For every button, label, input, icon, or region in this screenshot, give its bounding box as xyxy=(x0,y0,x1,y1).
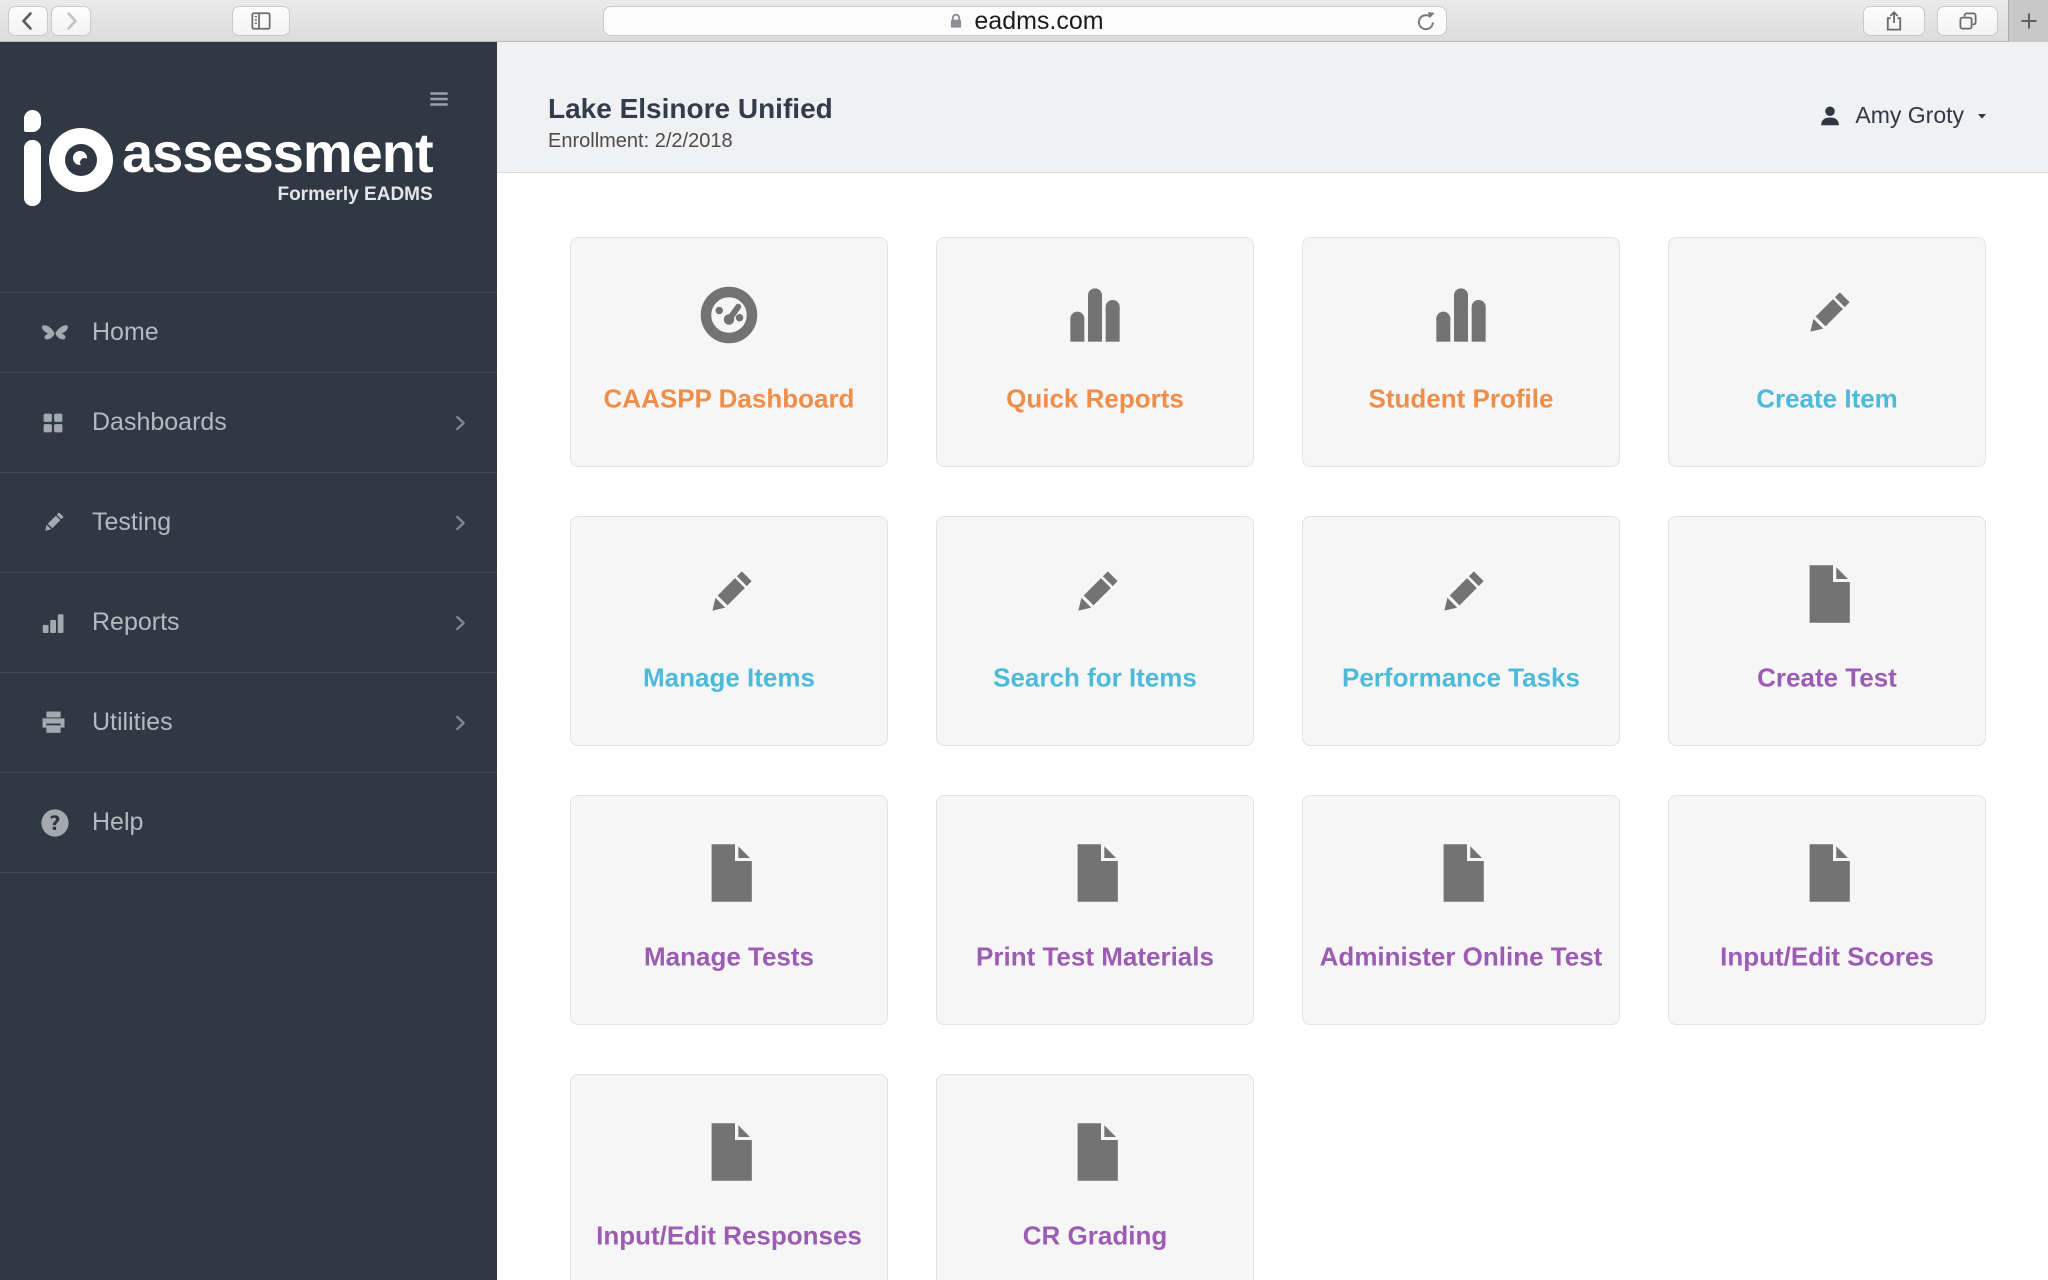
card-input-edit-scores[interactable]: Input/Edit Scores xyxy=(1668,795,1986,1025)
browser-tab-overview-button[interactable] xyxy=(1937,6,1998,36)
person-icon xyxy=(1817,103,1843,129)
sidebar-item-utilities[interactable]: Utilities xyxy=(0,673,497,773)
browser-toolbar: eadms.com xyxy=(0,0,2048,42)
card-student-profile[interactable]: Student Profile xyxy=(1302,237,1620,467)
card-label: Input/Edit Scores xyxy=(1720,941,1934,972)
sidebar-item-testing[interactable]: Testing xyxy=(0,473,497,573)
card-label: CR Grading xyxy=(1022,1220,1168,1251)
gauge-icon xyxy=(699,285,759,345)
card-label: Student Profile xyxy=(1368,383,1554,414)
card-manage-items[interactable]: Manage Items xyxy=(570,516,888,746)
file-icon xyxy=(1059,837,1131,909)
sidebar-item-label: Utilities xyxy=(92,708,173,736)
refresh-icon[interactable] xyxy=(1414,10,1438,34)
chevron-right-icon xyxy=(449,412,471,434)
card-manage-tests[interactable]: Manage Tests xyxy=(570,795,888,1025)
address-bar[interactable]: eadms.com xyxy=(603,6,1447,36)
forward-arrow-icon xyxy=(59,9,83,33)
tabs-icon xyxy=(1956,9,1980,33)
card-create-item[interactable]: Create Item xyxy=(1668,237,1986,467)
bar-chart-icon xyxy=(38,608,82,638)
card-cr-grading[interactable]: CR Grading xyxy=(936,1074,1254,1280)
card-label: Input/Edit Responses xyxy=(596,1220,862,1251)
caret-down-icon xyxy=(1974,108,1990,124)
back-arrow-icon xyxy=(16,9,40,33)
question-icon xyxy=(38,806,82,840)
card-label: Create Item xyxy=(1756,383,1898,414)
butterfly-icon xyxy=(38,316,82,350)
url-text: eadms.com xyxy=(974,6,1104,35)
sidebar-item-label: Dashboards xyxy=(92,408,227,436)
bar-chart-icon xyxy=(1421,275,1501,355)
pencil-icon xyxy=(1795,283,1859,347)
sidebar-item-reports[interactable]: Reports xyxy=(0,573,497,673)
brand-name: assessment xyxy=(122,121,434,184)
card-label: Manage Items xyxy=(643,662,815,693)
card-print-test-materials[interactable]: Print Test Materials xyxy=(936,795,1254,1025)
app-frame: assessment Formerly EADMS Home Dashboard… xyxy=(0,42,2048,1280)
grid-icon xyxy=(38,408,82,438)
card-label: Performance Tasks xyxy=(1342,662,1580,693)
browser-share-button[interactable] xyxy=(1863,6,1925,36)
plus-icon xyxy=(2016,8,2042,34)
sidebar: assessment Formerly EADMS Home Dashboard… xyxy=(0,42,497,1280)
browser-forward-button[interactable] xyxy=(51,6,91,36)
card-quick-reports[interactable]: Quick Reports xyxy=(936,237,1254,467)
file-icon xyxy=(1791,837,1863,909)
browser-back-button[interactable] xyxy=(8,6,48,36)
share-icon xyxy=(1882,9,1906,33)
brand-tagline: Formerly EADMS xyxy=(277,184,433,205)
chevron-right-icon xyxy=(449,512,471,534)
sidebar-item-label: Testing xyxy=(92,508,172,536)
printer-icon xyxy=(38,707,82,738)
card-performance-tasks[interactable]: Performance Tasks xyxy=(1302,516,1620,746)
card-label: CAASPP Dashboard xyxy=(603,383,855,414)
app-logo: assessment Formerly EADMS xyxy=(22,106,434,206)
sidebar-toggle-icon xyxy=(248,8,274,34)
card-label: Administer Online Test xyxy=(1319,941,1603,972)
chevron-right-icon xyxy=(449,612,471,634)
card-label: Print Test Materials xyxy=(976,941,1214,972)
file-icon xyxy=(693,1116,765,1188)
sidebar-item-dashboards[interactable]: Dashboards xyxy=(0,373,497,473)
page-header: Lake Elsinore Unified Enrollment: 2/2/20… xyxy=(497,42,2048,173)
browser-new-tab-button[interactable] xyxy=(2008,0,2048,42)
card-label: Manage Tests xyxy=(643,941,814,972)
dashboard-card-grid: CAASPP Dashboard Quick Reports Student P… xyxy=(570,237,1986,1280)
safari-window: eadms.com assessment Formerly EADMS Home… xyxy=(0,0,2048,1280)
sidebar-item-help[interactable]: Help xyxy=(0,773,497,873)
card-label: Search for Items xyxy=(993,662,1197,693)
file-icon xyxy=(693,837,765,909)
pencil-icon xyxy=(38,508,82,538)
io-logo-mark xyxy=(22,106,114,206)
enrollment-date: Enrollment: 2/2/2018 xyxy=(548,130,733,152)
sidebar-item-label: Home xyxy=(92,318,159,346)
card-search-for-items[interactable]: Search for Items xyxy=(936,516,1254,746)
card-label: Quick Reports xyxy=(1006,383,1184,414)
sidebar-nav: Home Dashboards Testing Reports Utilitie… xyxy=(0,292,497,873)
main-content: Lake Elsinore Unified Enrollment: 2/2/20… xyxy=(497,42,2048,1280)
chevron-right-icon xyxy=(449,712,471,734)
card-label: Create Test xyxy=(1757,662,1897,693)
pencil-icon xyxy=(1429,562,1493,626)
card-input-edit-responses[interactable]: Input/Edit Responses xyxy=(570,1074,888,1280)
card-caaspp-dashboard[interactable]: CAASPP Dashboard xyxy=(570,237,888,467)
user-menu[interactable]: Amy Groty xyxy=(1817,102,1990,129)
pencil-icon xyxy=(697,562,761,626)
file-icon xyxy=(1425,837,1497,909)
sidebar-item-home[interactable]: Home xyxy=(0,293,497,373)
file-icon xyxy=(1059,1116,1131,1188)
user-name: Amy Groty xyxy=(1855,102,1964,128)
card-administer-online-test[interactable]: Administer Online Test xyxy=(1302,795,1620,1025)
bar-chart-icon xyxy=(1055,275,1135,355)
sidebar-item-label: Reports xyxy=(92,608,180,636)
browser-sidebar-toggle-button[interactable] xyxy=(232,6,290,36)
card-create-test[interactable]: Create Test xyxy=(1668,516,1986,746)
pencil-icon xyxy=(1063,562,1127,626)
sidebar-item-label: Help xyxy=(92,808,144,836)
district-title: Lake Elsinore Unified xyxy=(548,93,833,124)
file-icon xyxy=(1791,558,1863,630)
lock-icon xyxy=(946,11,966,31)
